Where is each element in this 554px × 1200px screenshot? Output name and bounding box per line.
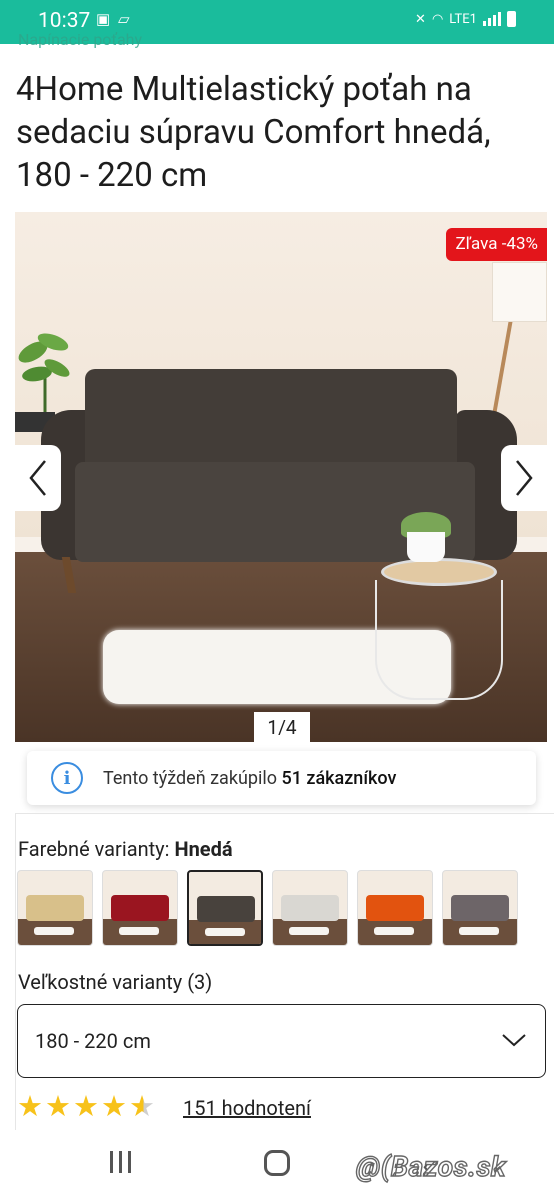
color-swatch-beige[interactable] [17, 870, 93, 946]
swatch-sofa [197, 896, 255, 922]
color-swatch-orange[interactable] [357, 870, 433, 946]
chevron-down-icon [502, 1034, 526, 1047]
battery-icon [507, 11, 516, 27]
rating-stars: ★★★★★ [17, 1093, 157, 1122]
swatch-rug [119, 927, 159, 935]
swatch-sofa [451, 895, 509, 921]
color-variants-label: Farebné varianty: Hnedá [18, 837, 233, 861]
star-icon: ★ [73, 1090, 99, 1124]
notice-text: Tento týždeň zakúpilo 51 zákazníkov [103, 768, 396, 789]
size-select-value: 180 - 220 cm [35, 1029, 151, 1053]
chevron-left-icon [29, 460, 46, 496]
signal-icon [483, 12, 501, 26]
star-icon: ★ [101, 1090, 127, 1124]
dm-app-icon: ▱ [118, 10, 130, 28]
gallery-next-button[interactable] [501, 445, 547, 511]
recents-button[interactable] [110, 1151, 131, 1173]
color-swatch-red[interactable] [102, 870, 178, 946]
star-icon: ★ [45, 1090, 71, 1124]
notice-prefix: Tento týždeň zakúpilo [103, 767, 277, 789]
mute-icon: ✕ [415, 11, 426, 27]
product-gallery[interactable]: Zľava -43% 1/4 [15, 212, 547, 742]
swatch-sofa [366, 895, 424, 921]
watermark: @(Bazos.sk [355, 1149, 506, 1183]
size-variants-label: Veľkostné varianty (3) [18, 970, 213, 994]
network-label: LTE1 [449, 11, 477, 27]
notice-highlight: 51 zákazníkov [281, 767, 397, 789]
breadcrumb[interactable]: Napínacie poťahy [18, 30, 142, 49]
gallery-prev-button[interactable] [15, 445, 61, 511]
swatch-sofa [111, 895, 169, 921]
size-select[interactable]: 180 - 220 cm [17, 1004, 546, 1078]
color-swatch-light-gray[interactable] [272, 870, 348, 946]
side-table-top-image [381, 558, 497, 586]
swatch-rug [34, 927, 74, 935]
home-button[interactable] [264, 1150, 290, 1176]
color-swatch-list [17, 870, 518, 946]
swatch-rug [459, 927, 499, 935]
color-swatch-brown[interactable] [187, 870, 263, 946]
gallery-icon: ▣ [96, 10, 111, 28]
rating: ★★★★★ 151 hodnotení [17, 1093, 311, 1122]
purchase-notice: i Tento týždeň zakúpilo 51 zákazníkov [27, 751, 536, 805]
discount-badge: Zľava -43% [446, 228, 547, 261]
reviews-link[interactable]: 151 hodnotení [183, 1096, 311, 1120]
lamp-image [492, 262, 547, 322]
info-icon: i [51, 762, 83, 794]
wifi-icon: ◠ [431, 11, 444, 27]
chevron-right-icon [516, 460, 533, 496]
color-variants-label-text: Farebné varianty: [18, 837, 170, 861]
color-variant-selected: Hnedá [174, 837, 233, 861]
status-icons: ✕ ◠ LTE1 [415, 11, 516, 27]
pot-image [407, 532, 445, 562]
swatch-sofa [26, 895, 84, 921]
swatch-rug [374, 927, 414, 935]
star-icon: ★ [17, 1090, 43, 1124]
product-title: 4Home Multielastický poťah na sedaciu sú… [16, 70, 491, 195]
swatch-sofa [281, 895, 339, 921]
swatch-rug [205, 928, 245, 936]
color-swatch-gray[interactable] [442, 870, 518, 946]
side-table-image [375, 580, 503, 700]
star-icon: ★ [129, 1090, 155, 1124]
swatch-rug [289, 927, 329, 935]
gallery-counter: 1/4 [254, 712, 310, 742]
